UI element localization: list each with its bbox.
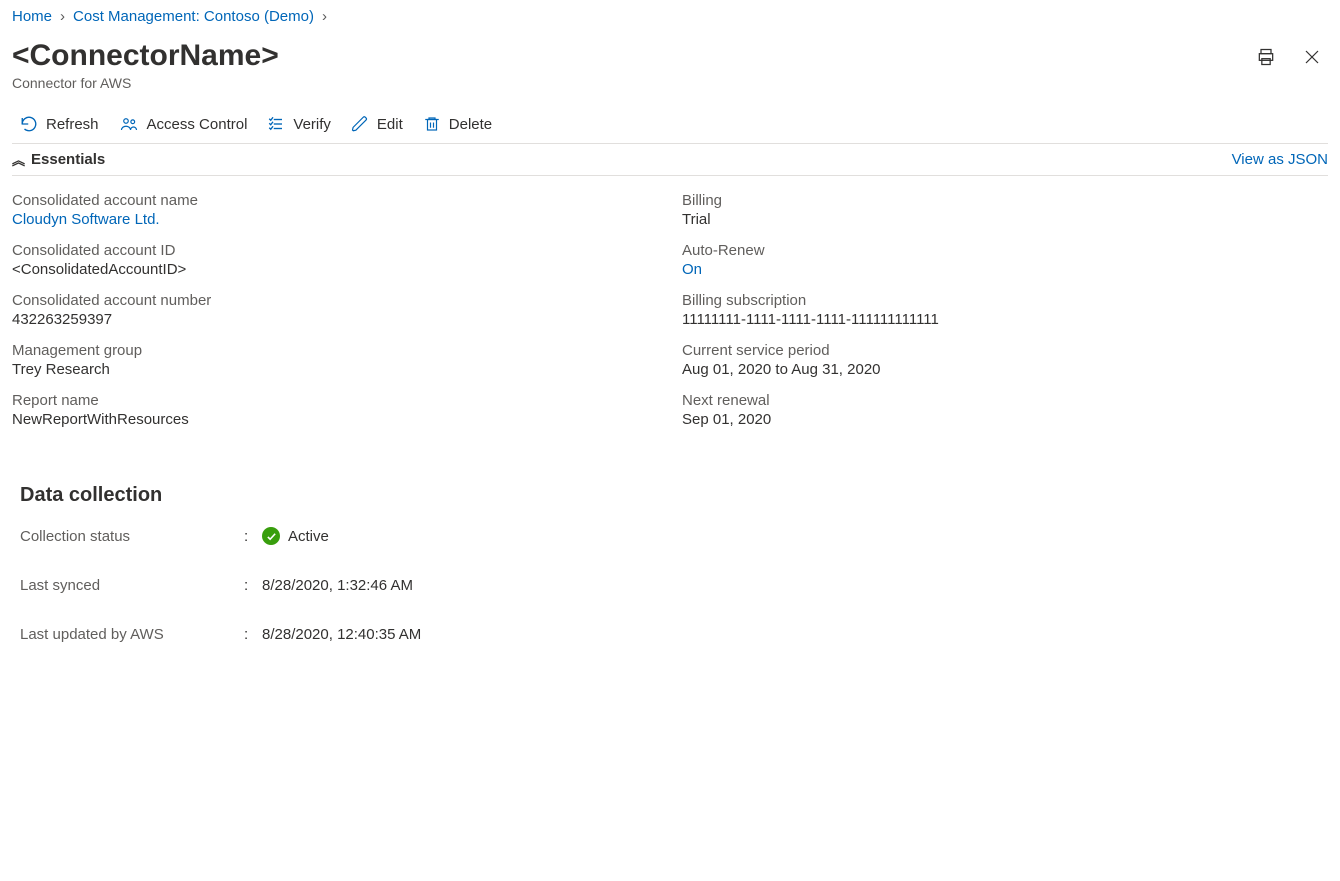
edit-button[interactable]: Edit (351, 115, 403, 133)
refresh-label: Refresh (46, 116, 99, 133)
delete-label: Delete (449, 116, 492, 133)
status-ok-icon (262, 527, 280, 545)
delete-button[interactable]: Delete (423, 115, 492, 133)
data-collection-heading: Data collection (20, 484, 1328, 507)
consolidated-account-name-label: Consolidated account name (12, 192, 658, 209)
service-period-label: Current service period (682, 342, 1328, 359)
consolidated-account-number-value: 432263259397 (12, 311, 658, 328)
checklist-icon (267, 115, 285, 133)
report-name-value: NewReportWithResources (12, 411, 658, 428)
last-synced-label: Last synced (20, 577, 244, 594)
collection-status-value: Active (288, 528, 329, 545)
view-as-json-link[interactable]: View as JSON (1232, 151, 1328, 168)
chevron-right-icon: › (322, 8, 327, 25)
trash-icon (423, 115, 441, 133)
auto-renew-label: Auto-Renew (682, 242, 1328, 259)
service-period-value: Aug 01, 2020 to Aug 31, 2020 (682, 361, 1328, 378)
people-icon (119, 115, 139, 133)
access-control-label: Access Control (147, 116, 248, 133)
next-renewal-label: Next renewal (682, 392, 1328, 409)
edit-label: Edit (377, 116, 403, 133)
report-name-label: Report name (12, 392, 658, 409)
breadcrumb: Home › Cost Management: Contoso (Demo) › (12, 6, 1328, 31)
next-renewal-value: Sep 01, 2020 (682, 411, 1328, 428)
print-icon[interactable] (1256, 47, 1276, 67)
essentials-label: Essentials (31, 151, 105, 168)
page-title: <ConnectorName> (12, 39, 279, 73)
management-group-label: Management group (12, 342, 658, 359)
access-control-button[interactable]: Access Control (119, 115, 248, 133)
consolidated-account-id-label: Consolidated account ID (12, 242, 658, 259)
consolidated-account-id-value: <ConsolidatedAccountID> (12, 261, 658, 278)
billing-value: Trial (682, 211, 1328, 228)
last-synced-value: 8/28/2020, 1:32:46 AM (262, 577, 413, 594)
breadcrumb-home[interactable]: Home (12, 8, 52, 25)
refresh-icon (20, 115, 38, 133)
chevron-right-icon: › (60, 8, 65, 25)
billing-label: Billing (682, 192, 1328, 209)
last-updated-label: Last updated by AWS (20, 626, 244, 643)
auto-renew-value[interactable]: On (682, 261, 1328, 278)
collection-status-label: Collection status (20, 528, 244, 545)
close-icon[interactable] (1302, 47, 1322, 67)
pencil-icon (351, 115, 369, 133)
chevron-up-icon: ︽ (12, 150, 25, 169)
page-subtitle: Connector for AWS (12, 75, 279, 91)
essentials-toggle[interactable]: ︽ Essentials (12, 150, 105, 169)
management-group-value: Trey Research (12, 361, 658, 378)
last-updated-value: 8/28/2020, 12:40:35 AM (262, 626, 421, 643)
verify-button[interactable]: Verify (267, 115, 331, 133)
billing-subscription-label: Billing subscription (682, 292, 1328, 309)
consolidated-account-name-value[interactable]: Cloudyn Software Ltd. (12, 211, 658, 228)
essentials-grid: Consolidated account name Cloudyn Softwa… (12, 176, 1328, 448)
breadcrumb-cost-mgmt[interactable]: Cost Management: Contoso (Demo) (73, 8, 314, 25)
refresh-button[interactable]: Refresh (20, 115, 99, 133)
verify-label: Verify (293, 116, 331, 133)
command-bar: Refresh Access Control Verify Edit (12, 109, 1328, 144)
billing-subscription-value: 11111111-1111-1111-1111-111111111111 (682, 311, 1328, 328)
consolidated-account-number-label: Consolidated account number (12, 292, 658, 309)
